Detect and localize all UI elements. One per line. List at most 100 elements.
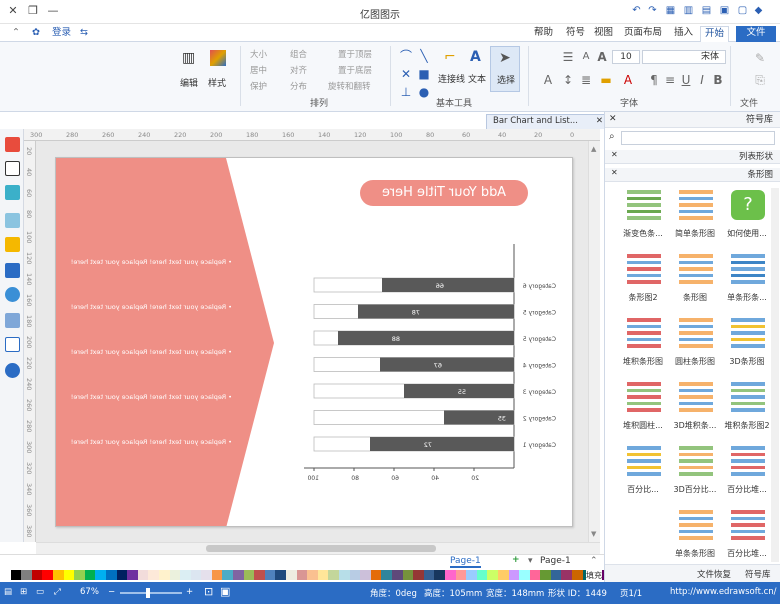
color-swatch[interactable]	[413, 570, 424, 580]
page-dropdown-icon[interactable]: ▾	[528, 556, 533, 566]
arc-tool-icon[interactable]: ⌒	[398, 48, 414, 64]
horizontal-scrollbar[interactable]	[36, 542, 600, 554]
bullet-item[interactable]: • Replace your text here! Replace your t…	[71, 348, 232, 356]
color-swatch[interactable]	[254, 570, 265, 580]
symbol-search-input[interactable]	[621, 131, 775, 145]
color-swatch[interactable]	[423, 570, 435, 580]
clear-format-icon[interactable]: A	[540, 72, 556, 88]
color-swatch[interactable]	[286, 570, 297, 580]
ellipse-tool-icon[interactable]: ●	[416, 84, 432, 100]
help-icon[interactable]	[5, 363, 20, 378]
tab-home[interactable]: 开始	[700, 26, 730, 42]
color-swatch[interactable]	[508, 570, 520, 580]
slide-page[interactable]: 72 Category 1 35 Category 2 55 Category 3 67 Ca…	[55, 157, 573, 527]
page-tab[interactable]: Page-1	[450, 556, 481, 568]
open-file-icon[interactable]: ▣	[718, 5, 731, 17]
search-icon[interactable]: ⌕	[609, 131, 615, 142]
color-swatch[interactable]	[190, 570, 202, 580]
tab-symbol-library[interactable]: 符号库	[745, 568, 771, 580]
close-tab-icon[interactable]: ✕	[596, 115, 603, 128]
print-icon[interactable]: ▦	[664, 5, 677, 17]
globe-icon[interactable]	[5, 287, 20, 302]
symbol-item[interactable]: ? 如何使用...	[723, 186, 771, 246]
decrease-font-icon[interactable]: A	[578, 49, 594, 65]
section-list-shapes[interactable]: 列表形状	[605, 150, 780, 164]
color-palette[interactable]	[0, 568, 604, 582]
group-button[interactable]: 组合	[290, 48, 307, 60]
color-swatch[interactable]	[169, 570, 181, 580]
rectangle-tool-icon[interactable]: ■	[416, 66, 432, 82]
anchor-tool-icon[interactable]: ⊥	[398, 84, 414, 100]
select-tool-button[interactable]: ➤ 选择	[490, 46, 520, 92]
undo-icon[interactable]: ↶	[630, 5, 643, 17]
color-swatch[interactable]	[529, 570, 541, 580]
tab-view[interactable]: 视图	[590, 26, 617, 42]
export-icon[interactable]: ▥	[682, 5, 695, 17]
color-swatch[interactable]	[328, 570, 339, 580]
symbol-item[interactable]: 百分比堆...	[723, 442, 771, 502]
highlight-icon[interactable]: ▬	[598, 72, 614, 88]
tab-symbols[interactable]: 符号	[562, 26, 589, 42]
text-tool-button[interactable]: A 文本	[466, 46, 490, 92]
fullscreen-icon[interactable]: ⤢	[54, 587, 61, 597]
edit-button[interactable]: ▥ 编辑	[176, 46, 204, 96]
color-swatch[interactable]	[211, 570, 223, 580]
color-swatch[interactable]	[540, 570, 551, 580]
color-swatch[interactable]	[42, 570, 53, 580]
color-swatch[interactable]	[360, 570, 371, 580]
color-swatch[interactable]	[95, 570, 106, 580]
color-swatch[interactable]	[116, 570, 128, 580]
symbol-item[interactable]: 单条形条...	[723, 250, 771, 310]
zoom-level[interactable]: 67%	[80, 587, 99, 597]
color-swatch[interactable]	[148, 570, 159, 580]
align-button[interactable]: 对齐	[290, 64, 307, 76]
font-size-select[interactable]: 10	[612, 50, 640, 64]
comment-icon[interactable]	[5, 337, 20, 352]
color-swatch[interactable]	[0, 570, 11, 580]
minimize-window-icon[interactable]: —	[46, 4, 60, 18]
color-swatch[interactable]	[63, 570, 75, 580]
share-icon[interactable]: ⇆	[76, 26, 92, 42]
zoom-in-icon[interactable]: +	[186, 587, 193, 597]
color-swatch[interactable]	[572, 570, 583, 580]
tab-page-layout[interactable]: 页面布局	[620, 26, 666, 42]
tab-file[interactable]: 文件	[736, 26, 776, 42]
color-swatch[interactable]	[84, 570, 96, 580]
connector-tool-button[interactable]: ⌐ 连接线	[438, 46, 466, 92]
settings-icon[interactable]: ✿	[28, 26, 44, 42]
symbol-item[interactable]: 堆积条形图	[619, 314, 667, 374]
line-style-icon[interactable]	[5, 161, 20, 176]
tab-insert[interactable]: 插入	[670, 26, 697, 42]
zoom-slider[interactable]	[120, 588, 182, 598]
underline-icon[interactable]: U	[678, 72, 694, 88]
color-swatch[interactable]	[10, 570, 22, 580]
layer-icon[interactable]	[5, 237, 20, 252]
color-swatch[interactable]	[201, 570, 212, 580]
document-icon[interactable]	[5, 263, 20, 278]
copy-icon[interactable]: ⎘	[752, 72, 768, 88]
close-section-icon[interactable]: ✕	[611, 150, 618, 159]
color-swatch[interactable]	[307, 570, 318, 580]
font-color-icon[interactable]: A	[620, 72, 636, 88]
symbol-item[interactable]: 单条条形图	[671, 506, 719, 566]
bold-icon[interactable]: B	[710, 72, 726, 88]
symbol-item[interactable]: 3D堆积条...	[671, 378, 719, 438]
add-page-icon[interactable]: +	[512, 555, 520, 565]
page-icon[interactable]	[5, 313, 20, 328]
layout-icon[interactable]: ▤	[4, 587, 12, 597]
color-swatch[interactable]	[391, 570, 403, 580]
distribute-button[interactable]: 分布	[290, 80, 307, 92]
symbol-item[interactable]: 百分比堆...	[723, 506, 771, 566]
color-swatch[interactable]	[31, 570, 43, 580]
website-link[interactable]: http://www.edrawsoft.cn/	[670, 587, 777, 597]
list-icon[interactable]: ☰	[560, 49, 576, 65]
color-swatch[interactable]	[434, 570, 445, 580]
tab-file-recovery[interactable]: 文件恢复	[697, 568, 731, 580]
color-swatch[interactable]	[402, 570, 414, 580]
color-swatch[interactable]	[296, 570, 308, 580]
color-swatch[interactable]	[275, 570, 287, 580]
color-swatch[interactable]	[21, 570, 32, 580]
color-swatch[interactable]	[370, 570, 382, 580]
fit-page-icon[interactable]: ▣	[220, 585, 230, 598]
page-selector[interactable]: Page-1	[540, 556, 571, 566]
